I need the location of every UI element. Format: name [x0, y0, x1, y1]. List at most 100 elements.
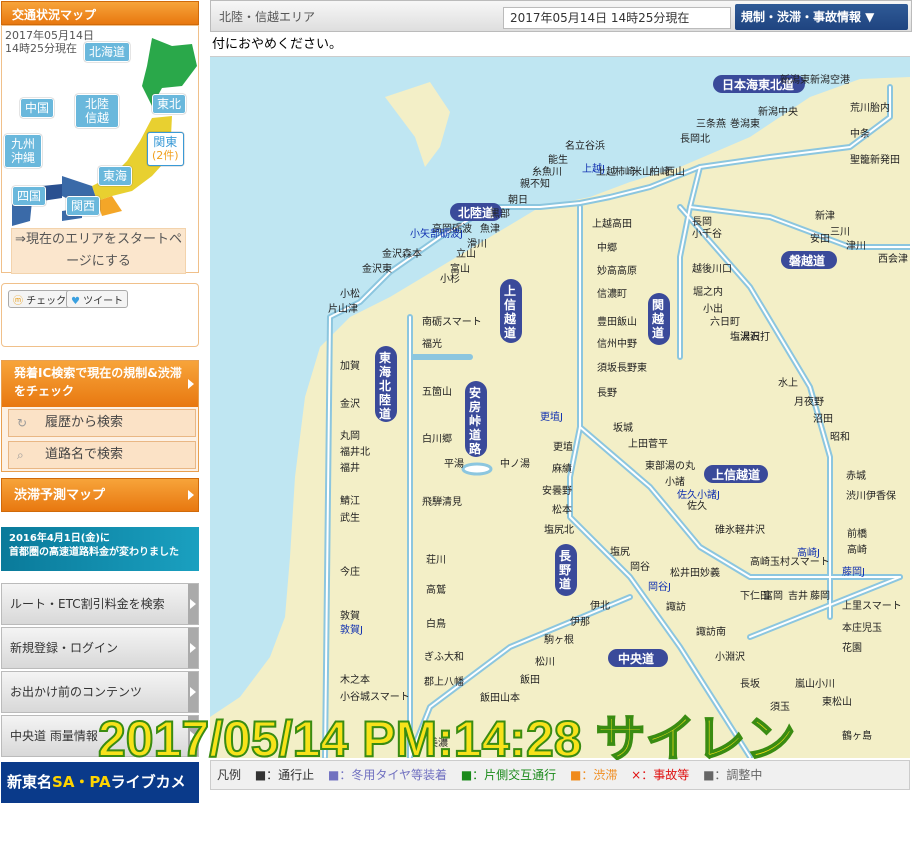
svg-text:今庄: 今庄 — [340, 565, 360, 578]
region-tohoku[interactable]: 東北 — [152, 94, 187, 114]
history-icon: ↻ — [17, 416, 28, 430]
svg-text:信濃町: 信濃町 — [597, 287, 627, 300]
svg-text:福井: 福井 — [340, 461, 360, 474]
svg-text:中条: 中条 — [850, 127, 870, 140]
svg-text:巻潟東: 巻潟東 — [730, 117, 760, 130]
check-button[interactable]: ⓜ チェック — [8, 290, 72, 308]
svg-text:松井田妙義: 松井田妙義 — [670, 566, 720, 579]
region-kansai[interactable]: 関西 — [66, 196, 101, 216]
svg-text:松本: 松本 — [552, 503, 572, 516]
twitter-icon: ♥ — [71, 296, 80, 307]
road-name-search-button[interactable]: ⌕ 道路名で検索 — [8, 441, 196, 469]
svg-text:野: 野 — [559, 563, 571, 577]
svg-text:五箇山: 五箇山 — [422, 385, 452, 398]
history-search-label: 履歴から検索 — [45, 415, 124, 430]
svg-text:更埴: 更埴 — [553, 440, 573, 453]
region-kanto[interactable]: 関東 (2件) — [147, 132, 184, 166]
svg-text:赤城: 赤城 — [846, 470, 866, 482]
svg-text:越: 越 — [503, 311, 517, 326]
svg-text:加賀: 加賀 — [340, 360, 360, 372]
svg-text:片山津: 片山津 — [328, 302, 358, 315]
svg-text:小出: 小出 — [703, 302, 723, 315]
svg-text:道: 道 — [469, 427, 481, 442]
svg-text:北陸道: 北陸道 — [458, 205, 494, 220]
svg-text:高崎: 高崎 — [847, 543, 867, 556]
svg-text:豊田飯山: 豊田飯山 — [597, 315, 637, 328]
svg-text:中央道: 中央道 — [618, 651, 654, 666]
region-shikoku[interactable]: 四国 — [12, 186, 47, 206]
region-hokuriku[interactable]: 北陸信越 — [75, 94, 119, 128]
svg-text:房: 房 — [469, 399, 481, 414]
arrow-right-icon — [188, 379, 194, 389]
svg-text:越: 越 — [651, 311, 665, 326]
magnifier-icon: ⌕ — [17, 448, 24, 462]
region-hokkaido[interactable]: 北海道 — [84, 42, 131, 62]
svg-text:松川: 松川 — [535, 655, 555, 668]
svg-text:堀之内: 堀之内 — [693, 285, 723, 298]
svg-text:佐久: 佐久 — [687, 500, 707, 512]
svg-text:坂城: 坂城 — [613, 422, 633, 434]
svg-text:伊北: 伊北 — [590, 600, 610, 612]
svg-text:三条燕: 三条燕 — [696, 117, 726, 130]
svg-text:東: 東 — [379, 350, 391, 365]
svg-text:前橋: 前橋 — [847, 527, 867, 540]
svg-text:新津: 新津 — [815, 209, 835, 222]
svg-text:木之本: 木之本 — [340, 673, 370, 686]
svg-text:上越高田: 上越高田 — [592, 217, 632, 230]
region-chugoku[interactable]: 中国 — [20, 98, 55, 118]
svg-text:金沢: 金沢 — [340, 397, 360, 410]
svg-text:陸: 陸 — [379, 392, 391, 407]
jam-forecast-map-button[interactable]: 渋滞予測マップ — [1, 478, 199, 512]
svg-text:道: 道 — [504, 325, 516, 340]
svg-text:金沢東: 金沢東 — [362, 262, 392, 275]
svg-text:東部湯の丸: 東部湯の丸 — [645, 459, 695, 472]
svg-text:藤岡J: 藤岡J — [842, 566, 865, 578]
svg-text:駒ヶ根: 駒ヶ根 — [544, 633, 574, 646]
banner-line1: 2016年4月1日(金)に — [9, 533, 110, 544]
toll-change-banner[interactable]: 2016年4月1日(金)に 首都圏の高速道路料金が変わりました — [1, 527, 199, 571]
svg-text:小千谷: 小千谷 — [692, 228, 722, 240]
register-login-button[interactable]: 新規登録・ログイン — [1, 627, 199, 669]
livecam-sapa: SA・PA — [52, 773, 111, 791]
map-canvas: 日本海東北道 北陸道 上信越道 関越道 東海北陸道 安房峠道路 上信越道 磐越道… — [210, 57, 910, 758]
region-kanto-label: 関東 — [153, 135, 178, 149]
set-start-page-link[interactable]: ⇒現在のエリアをスタートページにする — [11, 228, 186, 274]
svg-text:東松山: 東松山 — [822, 695, 852, 708]
svg-text:須坂長野東: 須坂長野東 — [597, 361, 647, 374]
ic-search-title[interactable]: 発着IC検索で現在の規制&渋滞をチェック — [2, 361, 198, 407]
region-tokai[interactable]: 東海 — [98, 166, 133, 186]
svg-text:中ノ湯: 中ノ湯 — [500, 457, 530, 470]
menu-label: 新規登録・ログイン — [10, 641, 119, 655]
svg-text:福井北: 福井北 — [340, 445, 370, 458]
svg-text:伊那: 伊那 — [570, 616, 590, 628]
arrow-right-icon — [188, 628, 198, 668]
svg-text:信州中野: 信州中野 — [597, 337, 637, 350]
svg-text:安曇野: 安曇野 — [542, 484, 572, 497]
svg-text:岡谷J: 岡谷J — [648, 581, 671, 593]
svg-text:朝日: 朝日 — [508, 194, 528, 206]
legend-winter-tires: ■：冬用タイヤ等装着 — [328, 768, 447, 782]
svg-text:高崎J: 高崎J — [797, 546, 820, 559]
svg-text:碓氷軽井沢: 碓氷軽井沢 — [715, 523, 765, 536]
svg-text:中郷: 中郷 — [597, 241, 617, 254]
svg-text:上里スマート: 上里スマート — [842, 600, 902, 612]
info-type-dropdown[interactable]: 規制・渋滞・事故情報 ▼ — [735, 4, 908, 30]
history-search-button[interactable]: ↻ 履歴から検索 — [8, 409, 196, 437]
svg-text:新潟空港: 新潟空港 — [810, 73, 850, 86]
svg-text:三川: 三川 — [830, 227, 850, 238]
tweet-button[interactable]: ♥ ツイート — [66, 290, 129, 308]
svg-text:小松: 小松 — [340, 287, 360, 300]
svg-text:米山: 米山 — [632, 165, 652, 178]
expressway-map[interactable]: 日本海東北道 北陸道 上信越道 関越道 東海北陸道 安房峠道路 上信越道 磐越道… — [210, 56, 910, 758]
traffic-map-title: 交通状況マップ — [1, 1, 199, 25]
region-hokuriku-label: 北陸信越 — [84, 97, 109, 125]
svg-text:荒川胎内: 荒川胎内 — [850, 101, 890, 114]
area-name: 北陸・信越エリア — [219, 10, 316, 24]
region-kyushu[interactable]: 九州沖縄 — [4, 134, 42, 168]
svg-text:諏訪: 諏訪 — [666, 600, 686, 613]
svg-text:敦賀J: 敦賀J — [340, 623, 363, 636]
legend-adjusting: ■：調整中 — [703, 768, 763, 782]
svg-text:更埴J: 更埴J — [540, 410, 563, 423]
svg-text:上田菅平: 上田菅平 — [628, 438, 668, 450]
route-etc-search-button[interactable]: ルート・ETC割引料金を検索 — [1, 583, 199, 625]
